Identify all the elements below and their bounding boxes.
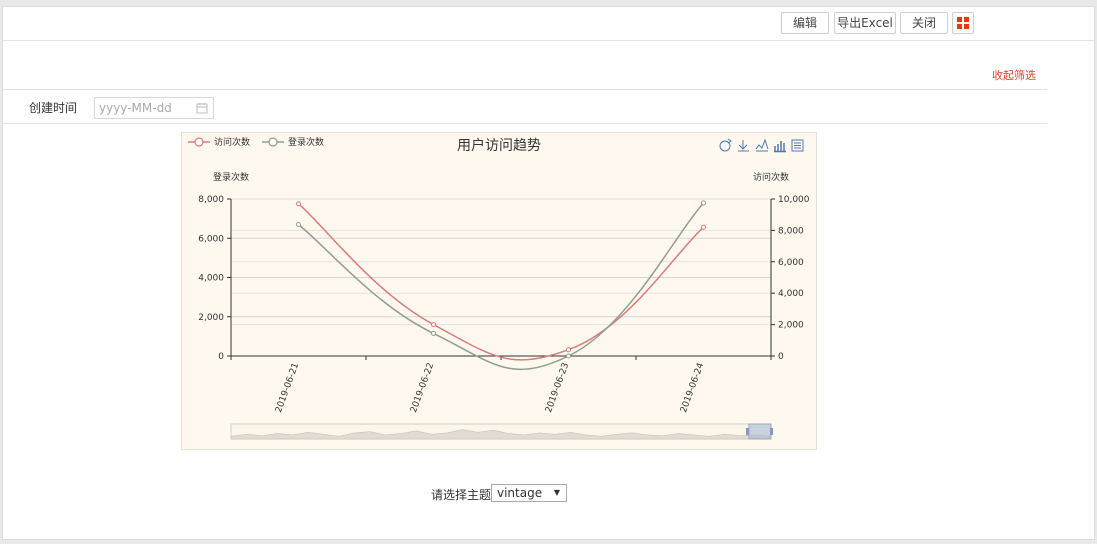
divider xyxy=(3,89,1047,90)
theme-label: 请选择主题 xyxy=(431,488,492,502)
y-right-axis-label: 访问次数 xyxy=(753,171,789,183)
data-zoom-handle-right[interactable] xyxy=(770,428,773,435)
created-date-field[interactable] xyxy=(94,97,214,119)
data-point[interactable] xyxy=(566,353,571,359)
collapse-filter-link[interactable]: 收起筛选 xyxy=(992,67,1036,83)
legend-item-label: 访问次数 xyxy=(214,136,250,148)
data-point[interactable] xyxy=(431,322,436,328)
data-point[interactable] xyxy=(296,222,301,228)
x-tick-label: 2019-06-22 xyxy=(409,362,436,415)
y-right-tick-label: 4,000 xyxy=(778,289,804,299)
created-time-label: 创建时间 xyxy=(29,101,78,115)
data-zoom-handle-left[interactable] xyxy=(746,428,749,435)
y-right-tick-label: 8,000 xyxy=(778,226,804,236)
x-tick-label: 2019-06-21 xyxy=(274,362,301,415)
main-panel: 编辑 导出Excel 关闭 收起筛选 创建时间 0 2,000 4,000 6,000… xyxy=(2,6,1095,540)
y-left-tick-label: 6,000 xyxy=(198,234,224,244)
legend-item-label: 登录次数 xyxy=(288,136,324,148)
y-left-tick-label: 4,000 xyxy=(198,274,224,284)
y-right-tick-label: 2,000 xyxy=(778,321,804,331)
save-image-icon[interactable] xyxy=(738,140,749,152)
y-left-tick-label: 2,000 xyxy=(198,313,224,323)
y-left-tick-label: 0 xyxy=(218,352,224,362)
data-zoom-window[interactable] xyxy=(748,423,772,440)
y-left-axis-label: 登录次数 xyxy=(213,171,249,183)
grid-menu-button[interactable] xyxy=(952,12,974,34)
y-right-tick-label: 6,000 xyxy=(778,258,804,268)
y-left-tick-label: 8,000 xyxy=(198,195,224,205)
dropdown-arrow-icon: ▼ xyxy=(553,488,560,497)
chart-title: 用户访问趋势 xyxy=(457,137,541,154)
divider xyxy=(3,123,1047,124)
data-point[interactable] xyxy=(296,201,301,207)
grid-icon xyxy=(957,17,962,22)
line-type-icon[interactable] xyxy=(755,138,769,152)
theme-selected-value: vintage xyxy=(497,486,543,500)
bar-type-icon[interactable] xyxy=(774,141,786,153)
data-point[interactable] xyxy=(701,200,706,206)
created-date-input[interactable] xyxy=(99,99,189,117)
legend-symbol[interactable] xyxy=(194,137,204,147)
edit-button[interactable]: 编辑 xyxy=(781,12,829,34)
data-point[interactable] xyxy=(701,224,706,230)
data-point[interactable] xyxy=(566,347,571,353)
theme-select[interactable]: vintage ▼ xyxy=(491,484,567,502)
data-view-icon[interactable] xyxy=(794,142,801,149)
legend-symbol[interactable] xyxy=(268,137,278,147)
close-button[interactable]: 关闭 xyxy=(900,12,948,34)
x-tick-label: 2019-06-24 xyxy=(679,361,706,414)
restore-icon[interactable] xyxy=(727,138,732,144)
export-excel-button[interactable]: 导出Excel xyxy=(834,12,896,34)
data-point[interactable] xyxy=(431,330,436,336)
x-tick-label: 2019-06-23 xyxy=(544,362,571,415)
chart-canvas: 0 2,000 4,000 6,000 8,000 0 2,000 4,000 6,000 8,0… xyxy=(188,136,810,440)
y-right-tick-label: 10,000 xyxy=(778,195,810,205)
y-right-tick-label: 0 xyxy=(778,352,784,362)
calendar-icon[interactable] xyxy=(196,102,208,114)
toolbar: 编辑 导出Excel 关闭 xyxy=(3,7,1094,41)
user-visit-chart: 0 2,000 4,000 6,000 8,000 0 2,000 4,000 6,000 8,0… xyxy=(181,132,817,450)
series-line xyxy=(298,202,705,371)
